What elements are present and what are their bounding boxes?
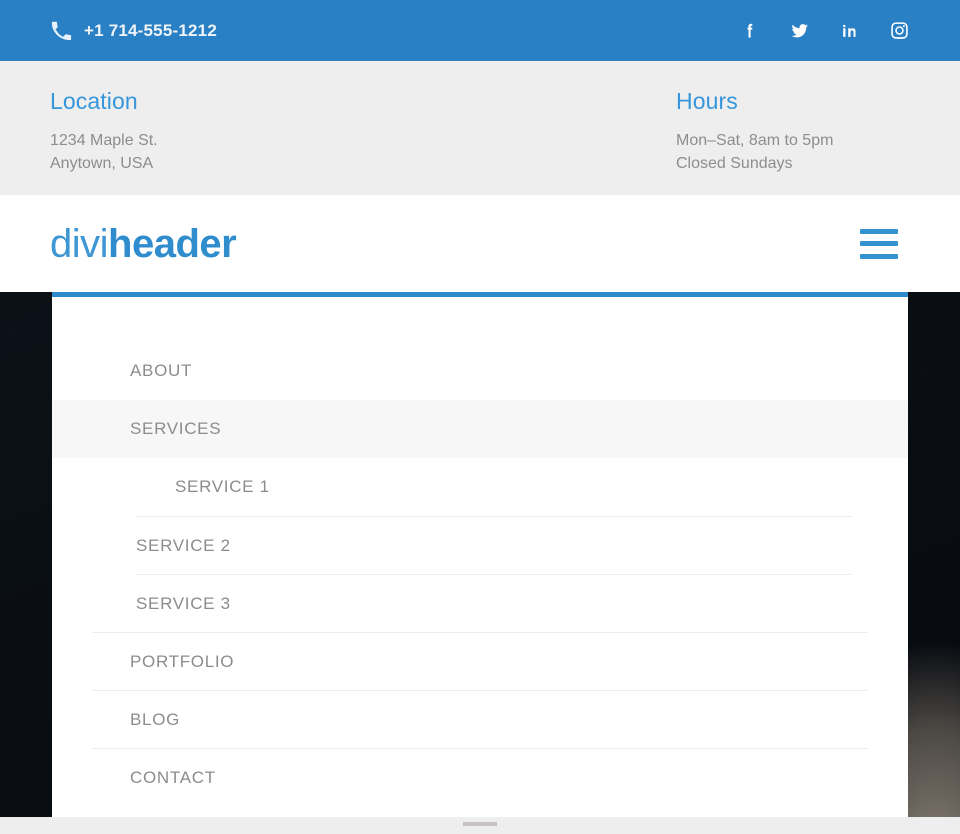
nav-item-service-1[interactable]: SERVICE 1 bbox=[92, 458, 868, 516]
logo-text-light: divi bbox=[50, 221, 109, 266]
hours-line-1: Mon–Sat, 8am to 5pm bbox=[676, 131, 834, 149]
top-contact-bar: +1 714-555-1212 bbox=[0, 0, 960, 61]
nav-item-label: BLOG bbox=[130, 709, 181, 729]
info-band-inner: Location 1234 Maple St. Anytown, USA Hou… bbox=[50, 87, 910, 176]
hamburger-menu-icon[interactable] bbox=[860, 228, 898, 259]
nav-item-label: CONTACT bbox=[130, 767, 216, 787]
instagram-icon[interactable] bbox=[888, 19, 910, 43]
nav-menu: ABOUT SERVICES SERVICE 1 SERVICE 2 SERVICE 3… bbox=[52, 342, 908, 806]
nav-item-label: ABOUT bbox=[130, 361, 193, 380]
nav-item-services[interactable]: SERVICES bbox=[52, 400, 908, 458]
hours-title: Hours bbox=[676, 88, 738, 114]
facebook-icon[interactable] bbox=[738, 19, 760, 43]
nav-item-label: PORTFOLIO bbox=[130, 651, 235, 671]
hours-line-2: Closed Sundays bbox=[676, 155, 793, 173]
nav-item-about[interactable]: ABOUT bbox=[92, 342, 868, 400]
phone-icon bbox=[50, 20, 72, 42]
location-line-2: Anytown, USA bbox=[50, 155, 154, 173]
header-bar: diviheader bbox=[0, 195, 960, 292]
scroll-indicator[interactable] bbox=[463, 822, 497, 826]
nav-item-label: SERVICE 2 bbox=[136, 535, 231, 555]
phone-block[interactable]: +1 714-555-1212 bbox=[50, 20, 217, 42]
twitter-icon[interactable] bbox=[788, 19, 810, 43]
location-line-1: 1234 Maple St. bbox=[50, 131, 158, 149]
nav-item-label: SERVICES bbox=[130, 419, 222, 438]
nav-item-service-3[interactable]: SERVICE 3 bbox=[136, 574, 852, 632]
hamburger-bar-2 bbox=[860, 241, 898, 246]
hours-block: Hours Mon–Sat, 8am to 5pm Closed Sundays bbox=[480, 87, 910, 176]
hamburger-bar-3 bbox=[860, 253, 898, 259]
location-block: Location 1234 Maple St. Anytown, USA bbox=[50, 87, 480, 176]
location-title: Location bbox=[50, 88, 138, 114]
nav-item-portfolio[interactable]: PORTFOLIO bbox=[92, 632, 868, 690]
hamburger-bar-1 bbox=[860, 228, 898, 234]
site-logo[interactable]: diviheader bbox=[50, 221, 237, 266]
info-band: Location 1234 Maple St. Anytown, USA Hou… bbox=[0, 61, 960, 195]
mobile-nav-dropdown: ABOUT SERVICES SERVICE 1 SERVICE 2 SERVICE 3… bbox=[52, 297, 908, 817]
nav-item-label: SERVICE 1 bbox=[175, 477, 270, 496]
nav-item-blog[interactable]: BLOG bbox=[92, 690, 868, 748]
page-root: +1 714-555-1212 Location 1234 Maple St. … bbox=[0, 0, 960, 834]
bottom-strip bbox=[0, 817, 960, 834]
phone-number[interactable]: +1 714-555-1212 bbox=[84, 21, 217, 41]
nav-item-service-2[interactable]: SERVICE 2 bbox=[136, 516, 852, 574]
nav-item-label: SERVICE 3 bbox=[136, 593, 231, 613]
linkedin-icon[interactable] bbox=[838, 19, 860, 43]
logo-text-bold: header bbox=[108, 221, 237, 266]
social-links bbox=[738, 19, 910, 43]
nav-item-contact[interactable]: CONTACT bbox=[92, 748, 868, 806]
